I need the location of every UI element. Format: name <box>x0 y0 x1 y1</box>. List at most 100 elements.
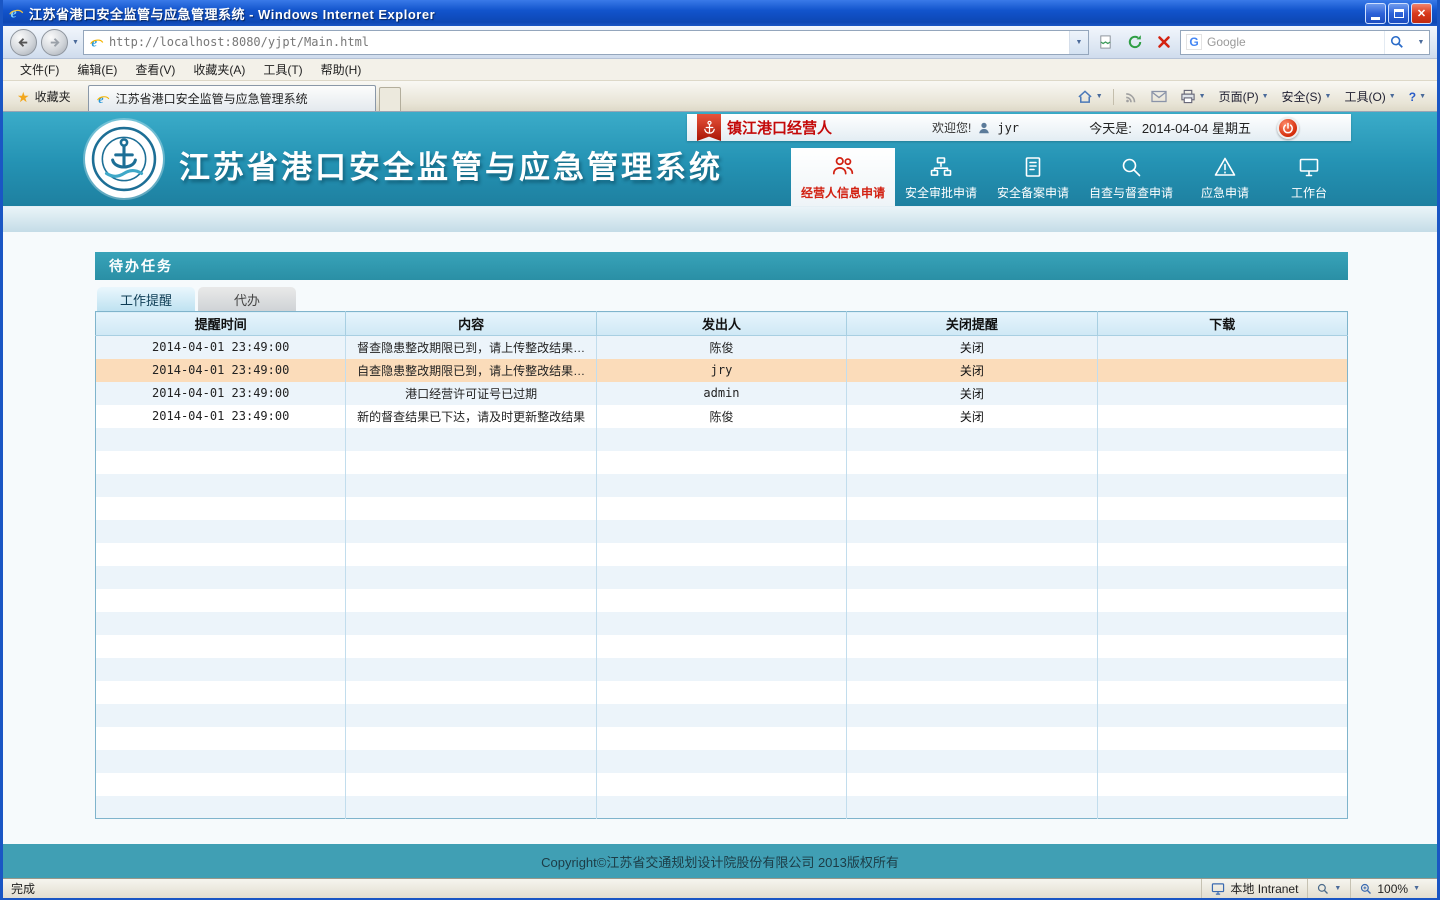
back-button[interactable] <box>10 29 37 56</box>
table-row-empty <box>96 681 1348 704</box>
recent-pages-dropdown[interactable]: ▼ <box>72 39 79 46</box>
address-input[interactable]: e http://localhost:8080/yjpt/Main.html ▼ <box>83 30 1089 55</box>
menu-bar: 文件(F) 编辑(E) 查看(V) 收藏夹(A) 工具(T) 帮助(H) <box>3 59 1437 81</box>
welcome-group: 欢迎您! jyr <box>932 119 1019 136</box>
nav-safety-approval[interactable]: 安全审批申请 <box>895 150 987 206</box>
search-input[interactable]: Google <box>1207 35 1379 49</box>
address-bar: ▼ e http://localhost:8080/yjpt/Main.html… <box>3 26 1437 59</box>
minimize-button[interactable] <box>1365 3 1386 24</box>
help-menu[interactable]: ?▼ <box>1403 88 1432 106</box>
logout-button[interactable] <box>1277 117 1299 139</box>
col-close: 关闭提醒 <box>847 312 1097 336</box>
monitor-icon <box>1296 155 1322 179</box>
search-box[interactable]: G Google ▼ <box>1180 30 1430 55</box>
read-mail-button[interactable] <box>1145 88 1173 105</box>
nav-workbench[interactable]: 工作台 <box>1267 150 1351 206</box>
col-sender: 发出人 <box>596 312 846 336</box>
url-history-dropdown[interactable]: ▼ <box>1069 31 1088 54</box>
zoom-level-button[interactable]: 100% ▼ <box>1350 879 1429 898</box>
close-reminder-link[interactable]: 关闭 <box>960 341 984 355</box>
people-icon <box>830 153 856 179</box>
copyright-text: Copyright©江苏省交通规划设计院股份有限公司 2013版权所有 <box>541 852 899 871</box>
nav-self-inspection[interactable]: 自查与督查申请 <box>1079 150 1183 206</box>
window-title: 江苏省港口安全监管与应急管理系统 - Windows Internet Expl… <box>29 4 435 23</box>
url-text: http://localhost:8080/yjpt/Main.html <box>109 35 1064 49</box>
nav-emergency[interactable]: 应急申请 <box>1183 150 1267 206</box>
forward-button[interactable] <box>41 29 68 56</box>
main-content: 待办任务 工作提醒 代办 提醒时间 内容 发出人 关闭提醒 下载 <box>3 232 1437 844</box>
todo-panel: 待办任务 工作提醒 代办 提醒时间 内容 发出人 关闭提醒 下载 <box>95 252 1348 819</box>
menu-edit[interactable]: 编辑(E) <box>68 59 126 80</box>
header-sub-strip <box>3 206 1437 232</box>
magnifier-icon <box>1118 155 1144 179</box>
table-row-empty <box>96 474 1348 497</box>
menu-view[interactable]: 查看(V) <box>126 59 184 80</box>
tab-ie-icon: e <box>96 92 110 106</box>
welcome-label: 欢迎您! <box>932 119 971 136</box>
table-row-empty <box>96 543 1348 566</box>
change-zoom-button[interactable]: ▼ <box>1307 879 1350 898</box>
table-header-row: 提醒时间 内容 发出人 关闭提醒 下载 <box>96 312 1348 336</box>
nav-operator-info[interactable]: 经营人信息申请 <box>791 148 895 206</box>
new-tab-button[interactable] <box>379 87 401 111</box>
favorites-button[interactable]: ★ 收藏夹 <box>8 84 80 109</box>
menu-tools[interactable]: 工具(T) <box>254 59 311 80</box>
search-options-dropdown[interactable]: ▼ <box>1413 31 1429 54</box>
page-viewport: 江苏省港口安全监管与应急管理系统 镇江港口经营人 欢迎您! jyr 今天是 <box>3 112 1437 878</box>
home-button[interactable]: ▼ <box>1071 87 1109 106</box>
tools-menu[interactable]: 工具(O)▼ <box>1338 86 1401 107</box>
user-icon <box>977 121 991 135</box>
refresh-button[interactable] <box>1122 30 1147 54</box>
table-row-empty <box>96 704 1348 727</box>
table-row-empty <box>96 451 1348 474</box>
warning-icon <box>1212 155 1238 179</box>
table-row-empty <box>96 727 1348 750</box>
page-ie-icon: e <box>89 35 104 50</box>
search-button[interactable] <box>1384 31 1408 54</box>
print-button[interactable]: ▼ <box>1174 87 1212 106</box>
star-icon: ★ <box>17 90 30 104</box>
col-content: 内容 <box>346 312 596 336</box>
site-title: 江苏省港口安全监管与应急管理系统 <box>179 142 723 187</box>
command-bar: ▼ ▼ 页面(P)▼ 安全(S)▼ 工具(O)▼ ?▼ <box>1071 86 1432 111</box>
table-row-empty <box>96 520 1348 543</box>
close-reminder-link[interactable]: 关闭 <box>960 364 984 378</box>
status-text: 完成 <box>11 880 35 897</box>
col-download: 下载 <box>1097 312 1347 336</box>
close-reminder-link[interactable]: 关闭 <box>960 410 984 424</box>
panel-tabs: 工作提醒 代办 <box>95 287 1348 311</box>
zoom-icon <box>1317 883 1329 895</box>
svg-text:e: e <box>98 92 103 105</box>
svg-text:e: e <box>91 35 97 49</box>
username: jyr <box>997 121 1019 135</box>
table-row-empty <box>96 566 1348 589</box>
main-nav: 经营人信息申请 安全审批申请 安全备案申请 自查与督查申请 应急申请 <box>791 148 1351 206</box>
stop-button[interactable] <box>1151 30 1176 54</box>
menu-file[interactable]: 文件(F) <box>11 59 68 80</box>
user-bar: 镇江港口经营人 欢迎您! jyr 今天是: 2014-04-04 星期五 <box>687 114 1351 141</box>
zoom-level-icon <box>1360 883 1372 895</box>
close-reminder-link[interactable]: 关闭 <box>960 387 984 401</box>
menu-help[interactable]: 帮助(H) <box>312 59 371 80</box>
tabs-bar: ★ 收藏夹 e 江苏省港口安全监管与应急管理系统 ▼ ▼ <box>3 81 1437 112</box>
compatibility-view-button[interactable] <box>1093 30 1118 54</box>
title-bar: e 江苏省港口安全监管与应急管理系统 - Windows Internet Ex… <box>3 0 1437 26</box>
safety-menu[interactable]: 安全(S)▼ <box>1276 86 1338 107</box>
tab-work-reminder[interactable]: 工作提醒 <box>97 287 195 311</box>
table-row: 2014-04-01 23:49:00 港口经营许可证号已过期 admin 关闭 <box>96 382 1348 405</box>
feeds-button[interactable] <box>1118 88 1144 106</box>
table-row-empty <box>96 497 1348 520</box>
browser-tab-active[interactable]: e 江苏省港口安全监管与应急管理系统 <box>88 85 376 111</box>
intranet-icon <box>1211 883 1225 895</box>
table-row-empty <box>96 635 1348 658</box>
panel-title: 待办任务 <box>95 252 1348 280</box>
table-row-empty <box>96 658 1348 681</box>
close-button[interactable]: ✕ <box>1411 3 1432 24</box>
anchor-icon <box>697 114 721 141</box>
page-menu[interactable]: 页面(P)▼ <box>1213 86 1275 107</box>
tab-agency[interactable]: 代办 <box>198 287 296 311</box>
menu-favorites[interactable]: 收藏夹(A) <box>184 59 254 80</box>
nav-safety-record[interactable]: 安全备案申请 <box>987 150 1079 206</box>
maximize-button[interactable] <box>1388 3 1409 24</box>
ie-icon: e <box>8 5 24 21</box>
